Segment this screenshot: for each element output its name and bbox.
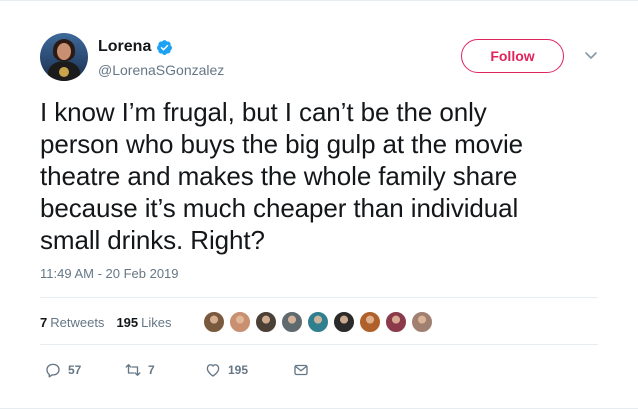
liker-avatar-5[interactable] xyxy=(307,311,329,333)
reply-action[interactable]: 57 xyxy=(44,361,124,379)
like-action[interactable]: 195 xyxy=(204,361,292,379)
liker-avatar-1[interactable] xyxy=(203,311,225,333)
retweet-action[interactable]: 7 xyxy=(124,361,204,379)
liker-avatar-8[interactable] xyxy=(385,311,407,333)
reply-count: 57 xyxy=(68,363,82,377)
retweet-count: 7 xyxy=(148,363,155,377)
tweet-card: Lorena @LorenaSGonzalez Follow I know I’… xyxy=(0,0,638,409)
name-row: Lorena xyxy=(98,38,173,56)
heart-icon xyxy=(206,364,220,377)
liker-avatar-6[interactable] xyxy=(333,311,355,333)
avatar-seal xyxy=(59,67,69,77)
liker-avatar-9[interactable] xyxy=(411,311,433,333)
divider-top xyxy=(40,297,598,298)
divider-bottom xyxy=(40,344,598,345)
envelope-icon xyxy=(294,364,308,376)
reply-icon xyxy=(46,363,60,378)
follow-button[interactable]: Follow xyxy=(461,39,564,73)
liker-avatar-3[interactable] xyxy=(255,311,277,333)
liker-avatar-7[interactable] xyxy=(359,311,381,333)
tweet-stats: 7 Retweets 195 Likes xyxy=(40,315,184,330)
user-handle[interactable]: @LorenaSGonzalez xyxy=(98,62,224,78)
liker-avatar-4[interactable] xyxy=(281,311,303,333)
user-avatar[interactable] xyxy=(40,33,88,81)
verified-badge-icon xyxy=(156,39,173,56)
direct-message-action[interactable] xyxy=(292,361,310,379)
avatar-face xyxy=(57,43,71,60)
likes-label: Likes xyxy=(141,315,172,330)
liker-avatar-2[interactable] xyxy=(229,311,251,333)
tweet-timestamp[interactable]: 11:49 AM - 20 Feb 2019 xyxy=(40,266,179,281)
likes-count: 195 xyxy=(116,315,139,330)
chevron-down-icon[interactable] xyxy=(584,51,598,61)
like-count: 195 xyxy=(228,363,249,377)
tweet-actions: 57 7 195 xyxy=(44,361,310,379)
liker-avatars xyxy=(203,311,437,333)
retweet-icon xyxy=(125,364,141,376)
display-name[interactable]: Lorena xyxy=(98,38,151,56)
retweets-count: 7 xyxy=(40,315,48,330)
retweets-stat[interactable]: 7 Retweets xyxy=(40,315,104,330)
likes-stat[interactable]: 195 Likes xyxy=(116,315,171,330)
retweets-label: Retweets xyxy=(50,315,105,330)
tweet-text: I know I’m frugal, but I can’t be the on… xyxy=(40,97,523,255)
